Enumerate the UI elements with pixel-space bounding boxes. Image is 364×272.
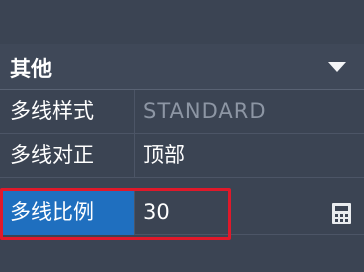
property-label: 多线比例 <box>0 191 135 235</box>
section-header-other[interactable]: 其他 <box>0 44 364 90</box>
property-row-mline-style[interactable]: 多线样式 STANDARD <box>0 90 364 134</box>
property-label: 多线对正 <box>0 134 135 178</box>
calculator-icon[interactable] <box>332 203 351 224</box>
property-value[interactable]: STANDARD <box>143 90 267 134</box>
property-row-mline-scale[interactable]: 多线比例 30 <box>0 191 364 235</box>
chevron-down-icon[interactable] <box>328 62 346 72</box>
section-title: 其他 <box>10 57 52 81</box>
panel-top-area <box>0 0 364 44</box>
property-row-mline-justification[interactable]: 多线对正 顶部 <box>0 134 364 178</box>
property-value-input[interactable]: 30 <box>143 191 170 235</box>
property-value[interactable]: 顶部 <box>143 134 185 178</box>
property-label: 多线样式 <box>0 90 135 134</box>
